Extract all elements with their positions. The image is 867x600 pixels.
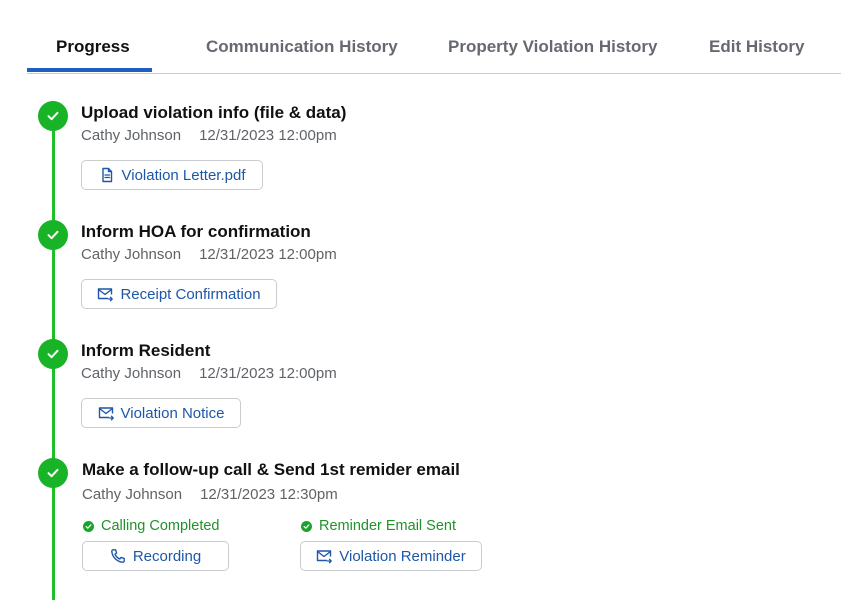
mail-send-icon: [317, 550, 333, 564]
violation-notice-button[interactable]: Violation Notice: [81, 398, 241, 428]
button-label: Recording: [132, 547, 202, 565]
document-icon: [101, 167, 112, 183]
reminder-email-sent-status: Reminder Email Sent: [301, 518, 456, 534]
violation-letter-file-button[interactable]: Violation Letter.pdf: [81, 160, 263, 190]
step-complete-check-icon: [38, 339, 68, 369]
step-meta: Cathy Johnson 12/31/2023 12:00pm: [81, 365, 337, 382]
step-complete-check-icon: [38, 220, 68, 250]
step-user: Cathy Johnson: [81, 365, 182, 382]
step-datetime: 12/31/2023 12:00pm: [199, 127, 337, 144]
recording-button[interactable]: Recording: [82, 541, 229, 571]
status-label: Reminder Email Sent: [319, 518, 456, 534]
step-meta: Cathy Johnson 12/31/2023 12:00pm: [81, 127, 337, 144]
phone-icon: [110, 549, 125, 563]
tab-communication-history[interactable]: Communication History: [206, 37, 398, 57]
step-title: Upload violation info (file & data): [81, 103, 347, 122]
step-user: Cathy Johnson: [81, 246, 182, 263]
button-label: Violation Letter.pdf: [121, 166, 246, 184]
button-label: Violation Notice: [120, 404, 225, 422]
tab-property-violation-history[interactable]: Property Violation History: [448, 37, 657, 57]
active-tab-indicator: [27, 68, 152, 72]
mail-send-icon: [98, 288, 114, 302]
step-datetime: 12/31/2023 12:00pm: [199, 246, 337, 263]
step-complete-check-icon: [38, 458, 68, 488]
violation-reminder-button[interactable]: Violation Reminder: [300, 541, 482, 571]
tab-edit-history[interactable]: Edit History: [709, 37, 804, 57]
step-datetime: 12/31/2023 12:30pm: [200, 486, 338, 503]
button-label: Violation Reminder: [339, 547, 466, 565]
step-meta: Cathy Johnson 12/31/2023 12:30pm: [82, 486, 338, 503]
step-title: Inform Resident: [81, 341, 211, 360]
step-meta: Cathy Johnson 12/31/2023 12:00pm: [81, 246, 337, 263]
step-title: Inform HOA for confirmation: [81, 222, 311, 241]
check-circle-icon: [301, 520, 312, 532]
tab-bar: Progress Communication History Property …: [27, 28, 841, 74]
button-label: Receipt Confirmation: [120, 285, 261, 303]
step-complete-check-icon: [38, 101, 68, 131]
step-datetime: 12/31/2023 12:00pm: [199, 365, 337, 382]
check-circle-icon: [83, 520, 94, 532]
mail-send-icon: [98, 407, 114, 421]
receipt-confirmation-button[interactable]: Receipt Confirmation: [81, 279, 277, 309]
step-user: Cathy Johnson: [81, 127, 182, 144]
step-user: Cathy Johnson: [82, 486, 183, 503]
status-label: Calling Completed: [101, 518, 220, 534]
calling-completed-status: Calling Completed: [83, 518, 219, 534]
tab-progress[interactable]: Progress: [56, 37, 130, 57]
step-title: Make a follow-up call & Send 1st remider…: [82, 460, 460, 479]
